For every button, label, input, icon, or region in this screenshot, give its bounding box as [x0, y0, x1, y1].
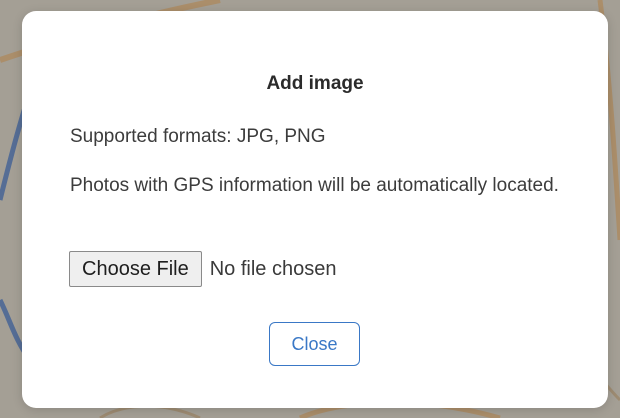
choose-file-button[interactable]: Choose File: [69, 251, 202, 287]
file-input[interactable]: Choose File No file chosen: [69, 251, 336, 287]
close-button[interactable]: Close: [269, 322, 360, 366]
dialog-title: Add image: [266, 73, 364, 94]
file-status-text: No file chosen: [209, 257, 337, 280]
supported-formats-text: Supported formats: JPG, PNG: [70, 126, 326, 147]
gps-note-text: Photos with GPS information will be auto…: [70, 175, 559, 196]
add-image-dialog: Add image Supported formats: JPG, PNG Ph…: [22, 11, 608, 408]
